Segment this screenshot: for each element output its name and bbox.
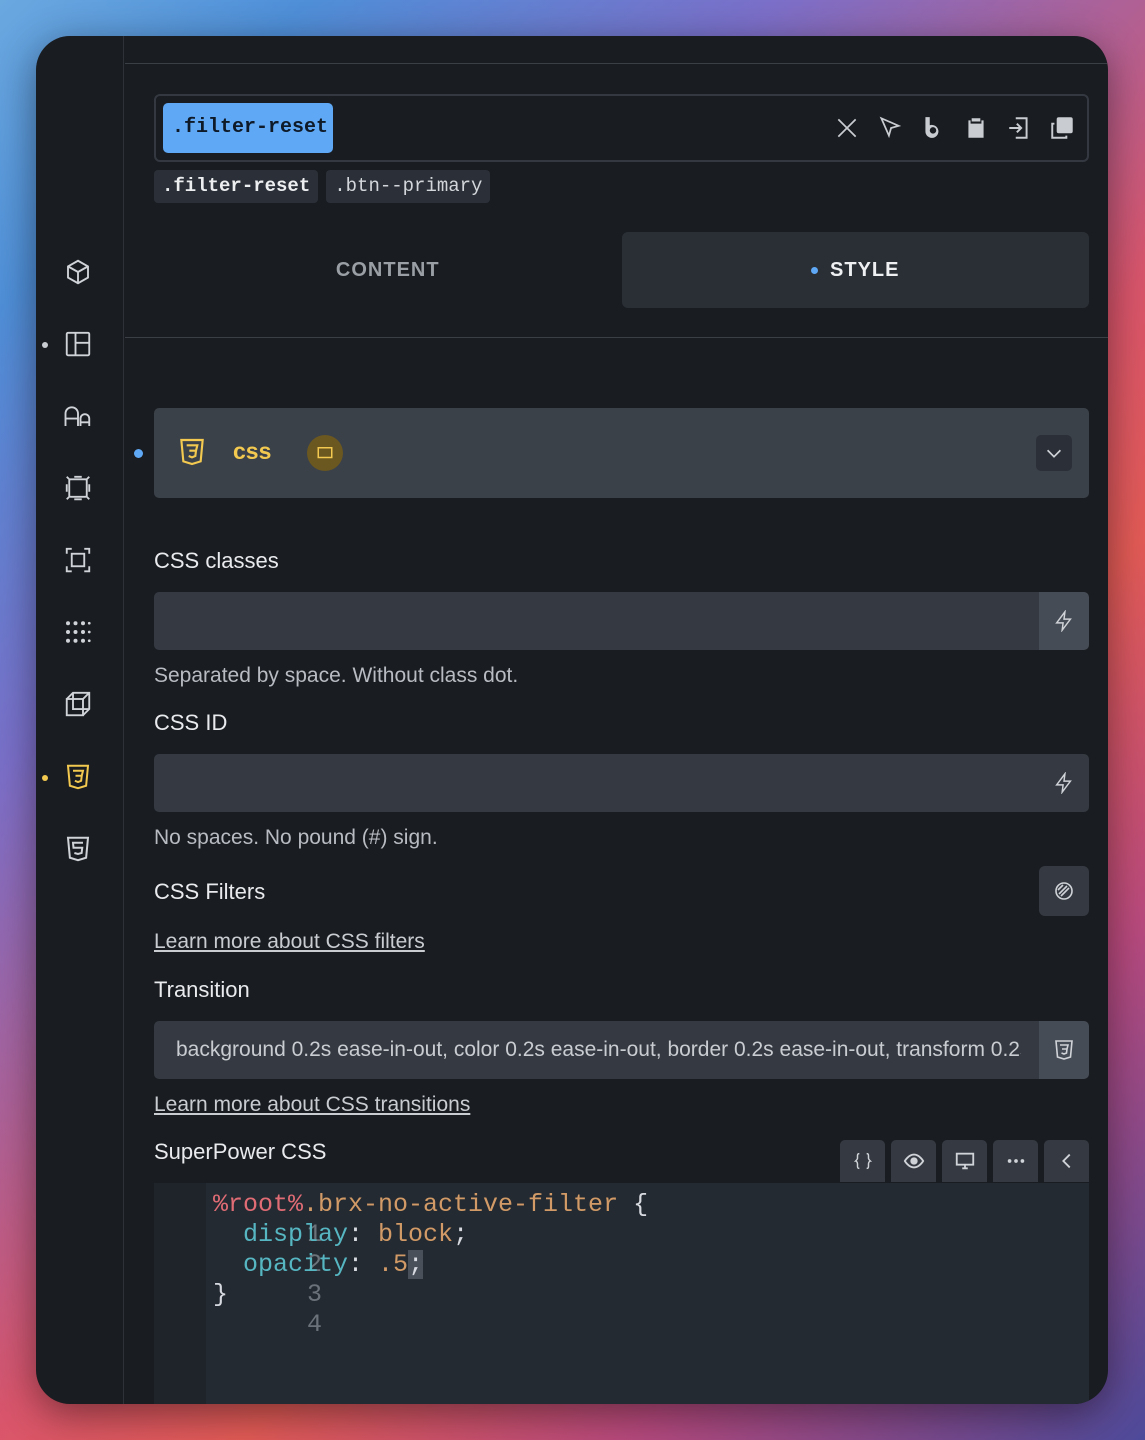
chevron-down-icon[interactable]: [1036, 435, 1072, 471]
active-selector-chip[interactable]: .filter-reset: [163, 103, 333, 153]
chevron-left-icon[interactable]: [1044, 1140, 1089, 1182]
code-text: %root%.brx-no-active-filter {: [213, 1190, 648, 1220]
css-id-help: No spaces. No pound (#) sign.: [154, 826, 438, 849]
code-text: display: block;: [213, 1220, 468, 1250]
selector-input[interactable]: .filter-reset: [154, 94, 1089, 162]
code-text: }: [213, 1280, 228, 1310]
css-section-header[interactable]: css: [154, 408, 1089, 498]
lightning-icon[interactable]: [1039, 592, 1089, 650]
line-number: 4: [307, 1310, 323, 1339]
css-classes-help: Separated by space. Without class dot.: [154, 664, 519, 687]
spacing-icon[interactable]: [62, 544, 94, 576]
panel-tabs: CONTENT STYLE: [154, 232, 1089, 308]
settings-panel: .filter-reset .filter-reset .btn--primar…: [125, 36, 1108, 1404]
filter-settings-icon[interactable]: [1039, 866, 1089, 916]
border-icon[interactable]: [62, 472, 94, 504]
panel-rail: [36, 36, 124, 1404]
class-list: .filter-reset .btn--primary: [154, 170, 491, 203]
close-icon[interactable]: [830, 111, 864, 145]
tab-content[interactable]: CONTENT: [154, 232, 622, 308]
transition-input[interactable]: background 0.2s ease-in-out, color 0.2s …: [154, 1021, 1089, 1079]
selector-actions: [830, 96, 1079, 160]
bricks-logo-icon[interactable]: [916, 111, 950, 145]
property-token: display: [213, 1220, 349, 1249]
active-indicator-dot: [811, 266, 819, 274]
transition-value: background 0.2s ease-in-out, color 0.2s …: [176, 1038, 1021, 1061]
import-icon[interactable]: [1002, 111, 1036, 145]
root-token: %root%: [213, 1190, 304, 1219]
css3-icon[interactable]: [62, 761, 94, 793]
divider: [125, 63, 1108, 64]
pointer-icon[interactable]: [873, 111, 907, 145]
brace-token: {: [618, 1190, 649, 1219]
builder-window: .filter-reset .filter-reset .btn--primar…: [36, 36, 1108, 1404]
css-filters-link[interactable]: Learn more about CSS filters: [154, 930, 425, 954]
transition-link[interactable]: Learn more about CSS transitions: [154, 1093, 470, 1117]
html5-icon[interactable]: [62, 833, 94, 865]
css-classes-label: CSS classes: [154, 548, 279, 573]
more-icon[interactable]: [993, 1140, 1038, 1182]
rail-active-dot: [42, 775, 48, 781]
css-id-input[interactable]: [154, 754, 1089, 812]
css-filters-label: CSS Filters: [154, 879, 266, 904]
css-id-label: CSS ID: [154, 710, 228, 735]
superpower-css-label: SuperPower CSS: [154, 1139, 327, 1164]
code-line: 4: [154, 1280, 322, 1339]
colon-token: :: [348, 1250, 379, 1279]
brace-token: }: [213, 1280, 229, 1309]
css-classes-input[interactable]: [154, 592, 1089, 650]
layout-icon[interactable]: [62, 328, 94, 360]
code-text: opacity: .5;: [213, 1250, 424, 1280]
cursor-semicolon: ;: [408, 1250, 424, 1279]
semicolon-token: ;: [453, 1220, 469, 1249]
box-icon[interactable]: [62, 256, 94, 288]
lightning-icon[interactable]: [1039, 754, 1089, 812]
superpower-css-editor[interactable]: 1 2 3 4 %root%.brx-no-active-filter { di…: [154, 1183, 1089, 1404]
code-toolbar: [840, 1140, 1089, 1182]
css3-icon[interactable]: [1039, 1021, 1089, 1079]
section-title: css: [233, 438, 272, 464]
desktop-icon[interactable]: [942, 1140, 987, 1182]
grid-icon[interactable]: [62, 616, 94, 648]
braces-icon[interactable]: [840, 1140, 885, 1182]
class-chip[interactable]: .btn--primary: [326, 170, 491, 203]
copy-icon[interactable]: [1045, 111, 1079, 145]
desktop-icon: [307, 435, 343, 471]
css3-icon: [180, 438, 204, 466]
divider: [125, 337, 1108, 338]
clipboard-icon[interactable]: [959, 111, 993, 145]
transition-label: Transition: [154, 977, 250, 1002]
typography-icon[interactable]: [62, 400, 94, 432]
selector-token: .brx-no-active-filter: [303, 1190, 619, 1219]
colon-token: :: [348, 1220, 379, 1249]
section-modified-dot: [134, 449, 143, 458]
tab-style-label: STYLE: [830, 258, 900, 281]
eye-icon[interactable]: [891, 1140, 936, 1182]
transform-icon[interactable]: [62, 688, 94, 720]
value-token: block: [378, 1220, 454, 1249]
rail-active-dot: [42, 342, 48, 348]
tab-style[interactable]: STYLE: [621, 232, 1089, 308]
property-token: opacity: [213, 1250, 349, 1279]
value-token: .5: [378, 1250, 409, 1279]
class-chip[interactable]: .filter-reset: [154, 170, 319, 203]
